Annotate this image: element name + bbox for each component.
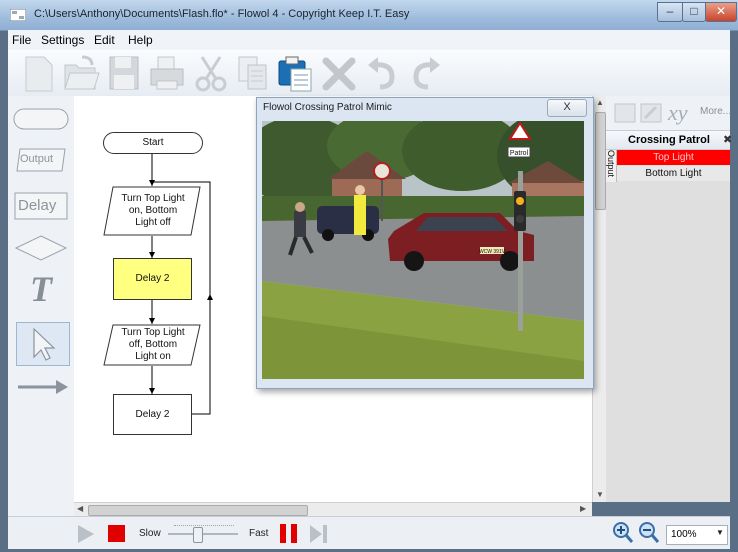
output-symbol[interactable]: Output — [16, 148, 66, 172]
fast-label: Fast — [249, 528, 269, 539]
svg-text:WCW 391V: WCW 391V — [479, 249, 506, 255]
horizontal-scrollbar[interactable]: ◀ ▶ — [74, 502, 592, 517]
delay-step-2-label: Delay 2 — [135, 409, 170, 420]
maximize-button[interactable]: □ — [682, 2, 706, 22]
output-step-2[interactable]: Turn Top Light off, Bottom Light on — [103, 324, 201, 366]
paste-icon[interactable] — [276, 53, 314, 93]
crossing-patrol-photo: WCW 391V Patrol — [262, 121, 584, 379]
copy-icon[interactable] — [234, 53, 272, 93]
symbol-palette: Output Delay T — [8, 96, 75, 542]
xy-icon[interactable]: xy — [668, 100, 688, 126]
run-controls-bar: Slow Fast 100% ▼ — [8, 516, 730, 549]
output-step-1-label: Turn Top Light on, Bottom Light off — [121, 193, 185, 228]
minimize-button[interactable]: – — [657, 2, 683, 22]
start-label: Start — [142, 137, 164, 148]
vertical-scrollbar[interactable]: ▲ ▼ — [592, 96, 607, 502]
scroll-left-arrow-icon[interactable]: ◀ — [77, 504, 83, 513]
app-icon — [10, 9, 26, 21]
delay-step-2[interactable]: Delay 2 — [113, 394, 192, 435]
mimic-toolbar: xy More... — [606, 96, 731, 130]
mimic-panel: xy More... Crossing Patrol ✖ Output Top … — [606, 96, 732, 502]
output-symbol-label: Output — [20, 153, 54, 165]
output-section-label: Output — [606, 150, 616, 178]
select-tool[interactable] — [16, 322, 70, 366]
open-folder-icon[interactable] — [62, 53, 100, 93]
svg-text:Patrol: Patrol — [510, 150, 529, 157]
pause-icon[interactable] — [280, 524, 300, 543]
output-row-top-light[interactable]: Top Light — [617, 150, 730, 165]
decision-symbol-icon[interactable] — [14, 234, 68, 262]
delay-symbol[interactable]: Delay — [14, 192, 68, 220]
pin-icon[interactable]: ✖ — [723, 133, 732, 146]
pause-bar-left — [280, 524, 286, 543]
mimic-picture-icon[interactable] — [614, 102, 636, 124]
mimic-edit-icon[interactable] — [640, 102, 662, 124]
scroll-up-arrow-icon[interactable]: ▲ — [596, 98, 604, 107]
vertical-scroll-thumb[interactable] — [595, 112, 606, 210]
zoom-value: 100% — [671, 529, 697, 540]
zoom-in-icon[interactable] — [612, 521, 634, 545]
menu-settings[interactable]: Settings — [41, 33, 84, 47]
save-icon[interactable] — [105, 53, 143, 93]
scroll-right-arrow-icon[interactable]: ▶ — [580, 504, 586, 513]
more-link[interactable]: More... — [700, 106, 731, 117]
text-tool-icon[interactable]: T — [30, 268, 52, 310]
cut-icon[interactable] — [192, 53, 230, 93]
step-forward-icon[interactable] — [308, 524, 328, 544]
output-section-tab: Output — [606, 150, 617, 182]
mimic-header: Crossing Patrol ✖ — [606, 130, 732, 150]
toolbar — [8, 50, 730, 97]
speed-slider-thumb[interactable] — [193, 527, 203, 543]
pointer-arrow-icon — [33, 327, 56, 361]
top-light-lamp — [516, 197, 524, 205]
start-stop-symbol-icon[interactable] — [12, 104, 70, 134]
delay-step-1-label: Delay 2 — [135, 273, 170, 284]
bottom-light-lamp — [516, 215, 524, 223]
zoom-out-icon[interactable] — [638, 521, 660, 545]
speed-slider-ticks — [174, 525, 234, 527]
output-step-1[interactable]: Turn Top Light on, Bottom Light off — [103, 186, 201, 236]
mimic-close-button[interactable]: X — [547, 99, 587, 117]
close-button[interactable]: ✕ — [705, 2, 737, 22]
speed-slider-track — [168, 533, 238, 535]
menu-edit[interactable]: Edit — [94, 33, 115, 47]
speed-slider[interactable] — [168, 521, 238, 545]
slow-label: Slow — [139, 528, 161, 539]
mimic-title: Flowol Crossing Patrol Mimic — [263, 102, 392, 113]
redo-icon[interactable] — [406, 53, 444, 93]
print-icon[interactable] — [148, 53, 186, 93]
menu-file[interactable]: File — [12, 33, 31, 47]
horizontal-scroll-thumb[interactable] — [88, 505, 308, 516]
stop-icon[interactable] — [108, 525, 125, 542]
menu-help[interactable]: Help — [128, 33, 153, 47]
run-play-icon[interactable] — [76, 524, 96, 544]
canvas-margin — [74, 484, 592, 502]
street-scene-image: WCW 391V Patrol — [262, 121, 584, 379]
undo-icon[interactable] — [364, 53, 402, 93]
scroll-down-arrow-icon[interactable]: ▼ — [596, 490, 604, 499]
output-row-bottom-light[interactable]: Bottom Light — [617, 166, 730, 181]
window-title: C:\Users\Anthony\Documents\Flash.flo* - … — [34, 8, 410, 20]
delay-step-1[interactable]: Delay 2 — [113, 258, 192, 300]
connector-arrow-icon[interactable] — [16, 378, 70, 396]
zoom-select[interactable]: 100% ▼ — [666, 525, 728, 545]
delete-icon[interactable] — [320, 53, 358, 93]
mimic-window[interactable]: Flowol Crossing Patrol Mimic X WCW 391V … — [256, 97, 594, 389]
chevron-down-icon[interactable]: ▼ — [716, 528, 724, 537]
pause-bar-right — [291, 524, 297, 543]
mimic-header-label: Crossing Patrol — [628, 134, 710, 146]
start-terminator[interactable]: Start — [103, 132, 203, 154]
menu-bar: File Settings Edit Help — [8, 30, 730, 50]
output-step-2-label: Turn Top Light off, Bottom Light on — [121, 327, 185, 362]
title-bar: C:\Users\Anthony\Documents\Flash.flo* - … — [0, 0, 738, 31]
delay-symbol-label: Delay — [18, 197, 57, 214]
new-file-icon[interactable] — [20, 53, 58, 93]
